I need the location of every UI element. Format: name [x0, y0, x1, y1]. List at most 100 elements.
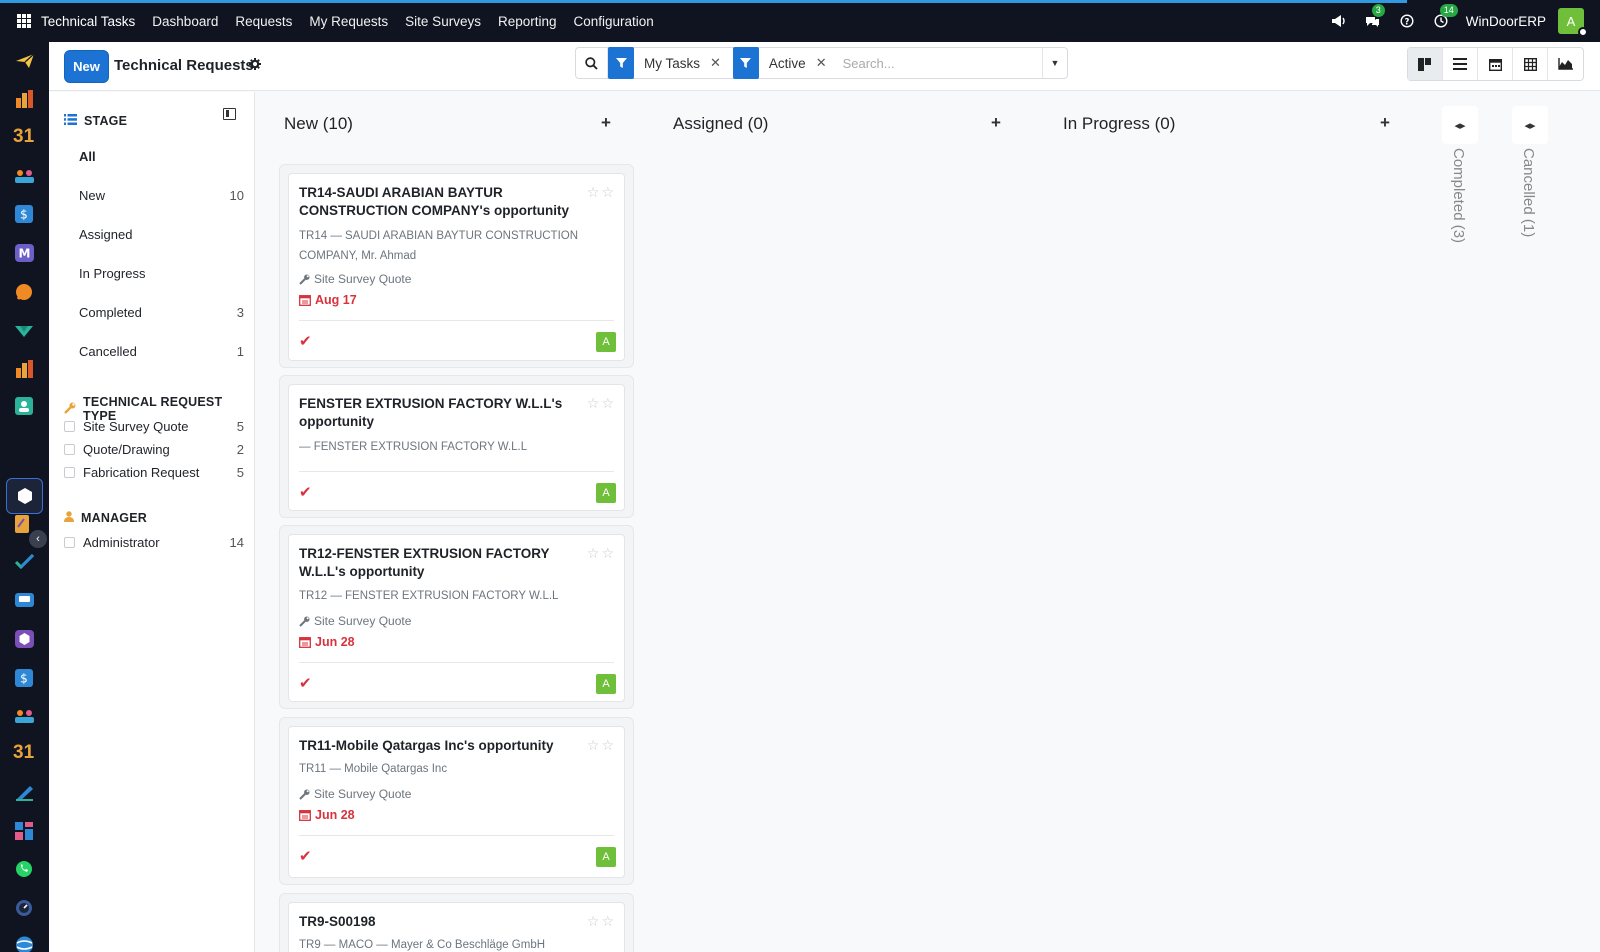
toggle-panel-icon[interactable]	[223, 108, 236, 120]
sign-app-icon[interactable]	[15, 785, 34, 801]
remove-facet-icon[interactable]: ✕	[816, 55, 827, 71]
folded-column-completed[interactable]: ◂▸ Completed (3)	[1442, 106, 1478, 256]
stage-item-assigned[interactable]: Assigned	[79, 227, 244, 242]
list-view-icon[interactable]	[1443, 48, 1478, 80]
activities-icon[interactable]: 14	[1432, 4, 1458, 30]
quick-create-icon[interactable]: +	[601, 113, 611, 133]
kanban-card[interactable]: FENSTER EXTRUSION FACTORY W.L.L's opport…	[288, 384, 625, 511]
user-avatar[interactable]: A	[1558, 8, 1588, 37]
contacts-app-icon[interactable]	[14, 168, 35, 184]
kanban-card[interactable]: TR14-SAUDI ARABIAN BAYTUR CONSTRUCTION C…	[288, 173, 625, 361]
messages-icon[interactable]: 3	[1364, 4, 1385, 30]
search-icon[interactable]	[576, 48, 608, 78]
stage-item-in-progress[interactable]: In Progress	[79, 266, 244, 281]
pivot-view-icon[interactable]	[1513, 48, 1548, 80]
menu-reporting[interactable]: Reporting	[498, 14, 557, 29]
quick-create-icon[interactable]: +	[1380, 113, 1390, 133]
priority-stars-icon[interactable]: ☆☆	[587, 737, 616, 754]
search-options-toggle[interactable]: ▼	[1042, 48, 1067, 78]
wrench-icon	[64, 402, 76, 417]
stage-item-new[interactable]: New 10	[79, 188, 244, 203]
invoicing-app-icon[interactable]: $	[15, 205, 33, 223]
card-title: TR11-Mobile Qatargas Inc's opportunity	[299, 738, 554, 753]
priority-stars-icon[interactable]: ☆☆	[587, 184, 616, 201]
send-app-icon[interactable]	[15, 53, 35, 69]
facet-active: Active ✕	[732, 47, 831, 79]
unfold-icon[interactable]: ◂▸	[1442, 106, 1478, 144]
manager-filter-administrator[interactable]: Administrator 14	[64, 535, 244, 550]
assignee-avatar[interactable]: A	[596, 483, 616, 503]
folded-column-cancelled[interactable]: ◂▸ Cancelled (1)	[1512, 106, 1548, 256]
view-switcher	[1407, 47, 1584, 81]
check-icon[interactable]: ✔	[299, 483, 312, 501]
priority-stars-icon[interactable]: ☆☆	[587, 913, 616, 930]
announcement-icon[interactable]	[1330, 12, 1348, 30]
website-app-icon[interactable]	[15, 936, 34, 952]
quick-create-icon[interactable]: +	[991, 113, 1001, 133]
calendar-view-icon[interactable]	[1478, 48, 1513, 80]
app-name[interactable]: Technical Tasks	[41, 14, 135, 29]
employees-app-icon[interactable]	[15, 397, 33, 415]
top-navbar: Technical Tasks Dashboard Requests My Re…	[0, 0, 1600, 42]
search-input[interactable]	[838, 49, 1059, 77]
planning-app-icon[interactable]: 31	[13, 742, 34, 764]
check-icon[interactable]: ✔	[299, 847, 312, 865]
checkbox[interactable]	[64, 444, 75, 455]
inventory-app-icon[interactable]	[15, 630, 34, 648]
kanban-card[interactable]: TR9-S00198 ☆☆ TR9 — MACO — Mayer & Co Be…	[288, 902, 625, 952]
assignee-avatar[interactable]: A	[596, 332, 616, 352]
checkbox[interactable]	[64, 421, 75, 432]
priority-stars-icon[interactable]: ☆☆	[587, 545, 616, 562]
menu-dashboard[interactable]: Dashboard	[152, 14, 218, 29]
technical-tasks-app-icon[interactable]	[16, 487, 34, 505]
team-app-icon[interactable]	[14, 708, 35, 724]
stage-item-all[interactable]: All	[79, 149, 244, 164]
checkbox[interactable]	[64, 467, 75, 478]
new-button[interactable]: New	[64, 50, 109, 83]
collapse-sidebar-icon[interactable]: ‹	[29, 530, 47, 548]
menu-configuration[interactable]: Configuration	[574, 14, 654, 29]
company-switcher[interactable]: WinDoorERP	[1466, 14, 1546, 29]
knowledge-app-icon[interactable]	[15, 591, 34, 609]
menu-requests[interactable]: Requests	[235, 14, 292, 29]
assignee-avatar[interactable]: A	[596, 674, 616, 694]
type-filter-quote-drawing[interactable]: Quote/Drawing 2	[64, 442, 244, 457]
gear-icon[interactable]	[249, 58, 261, 73]
calendar-app-icon[interactable]: 31	[13, 126, 34, 148]
facet-label: My Tasks	[644, 55, 701, 71]
remove-facet-icon[interactable]: ✕	[710, 55, 721, 71]
sales-report-app-icon[interactable]	[15, 360, 34, 378]
stage-item-cancelled[interactable]: Cancelled 1	[79, 344, 244, 359]
project-app-icon[interactable]	[15, 553, 34, 569]
kanban-view-icon[interactable]	[1408, 48, 1443, 80]
crm-app-icon[interactable]	[14, 324, 34, 339]
check-icon[interactable]: ✔	[299, 332, 312, 350]
graph-view-icon[interactable]	[1548, 48, 1583, 80]
reports-app-icon[interactable]	[15, 90, 34, 108]
assignee-avatar[interactable]: A	[596, 847, 616, 867]
discuss-app-icon[interactable]	[15, 283, 33, 301]
manager-title-label: MANAGER	[81, 511, 147, 525]
accounting-app-icon[interactable]: $	[15, 669, 33, 687]
svg-text:M: M	[19, 247, 31, 261]
stage-item-completed[interactable]: Completed 3	[79, 305, 244, 320]
check-icon[interactable]: ✔	[299, 674, 312, 692]
type-filter-fabrication-request[interactable]: Fabrication Request 5	[64, 465, 244, 480]
kanban-card[interactable]: TR12-FENSTER EXTRUSION FACTORY W.L.L's o…	[288, 534, 625, 702]
card-type: Site Survey Quote	[299, 614, 411, 628]
help-icon[interactable]: ?	[1398, 12, 1416, 30]
timesheet-app-icon[interactable]	[15, 899, 33, 917]
card-type-label: Site Survey Quote	[314, 272, 412, 286]
apps-menu-icon[interactable]	[17, 14, 31, 28]
email-marketing-app-icon[interactable]: M	[15, 244, 34, 262]
dashboards-app-icon[interactable]	[15, 822, 33, 840]
checkbox[interactable]	[64, 537, 75, 548]
whatsapp-app-icon[interactable]	[15, 860, 33, 878]
priority-stars-icon[interactable]: ☆☆	[587, 395, 616, 412]
type-filter-site-survey-quote[interactable]: Site Survey Quote 5	[64, 419, 244, 434]
menu-my-requests[interactable]: My Requests	[309, 14, 388, 29]
documents-app-icon[interactable]	[15, 515, 33, 533]
kanban-card[interactable]: TR11-Mobile Qatargas Inc's opportunity ☆…	[288, 726, 625, 878]
menu-site-surveys[interactable]: Site Surveys	[405, 14, 481, 29]
unfold-icon[interactable]: ◂▸	[1512, 106, 1548, 144]
